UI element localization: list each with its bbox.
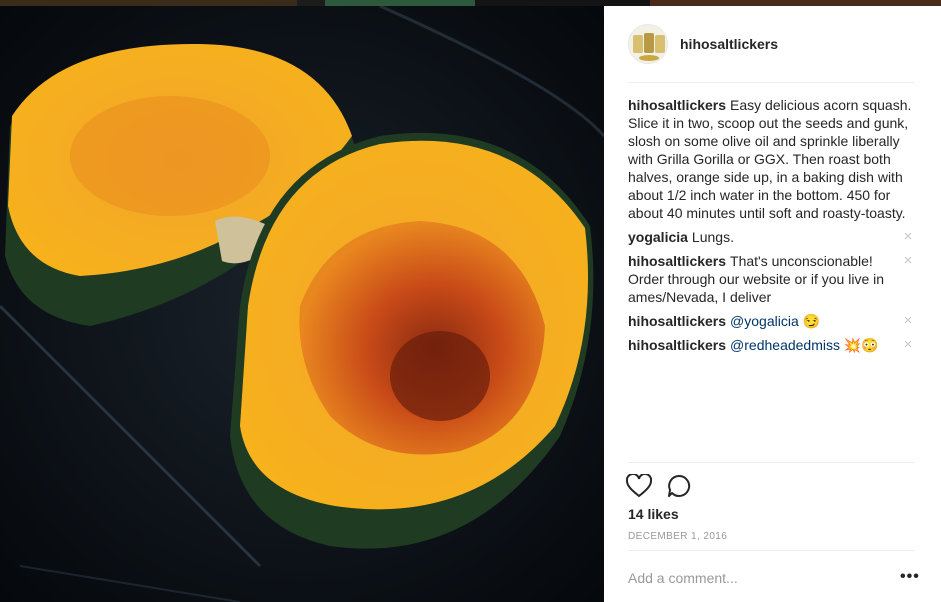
comment-item: yogalicia Lungs. × — [628, 228, 915, 246]
delete-comment-icon[interactable]: × — [901, 336, 915, 354]
comment-username[interactable]: yogalicia — [628, 229, 688, 245]
likes-count[interactable]: 14 likes — [628, 506, 679, 522]
post-header: hihosaltlickers — [628, 6, 915, 83]
comment-item: hihosaltlickers That's unconscionable! Or… — [628, 252, 915, 306]
post-date[interactable]: DECEMBER 1, 2016 — [628, 531, 727, 542]
divider — [628, 550, 915, 551]
add-comment-input[interactable]: Add a comment... — [628, 570, 738, 586]
post-photo[interactable] — [0, 6, 604, 602]
action-bar — [626, 474, 692, 498]
comment-mention[interactable]: @yogalicia — [730, 313, 799, 329]
comment-text: 💥😳 — [839, 337, 879, 353]
comment-text: 😏 — [798, 313, 821, 329]
divider — [628, 462, 915, 463]
delete-comment-icon[interactable]: × — [901, 312, 915, 330]
comment-list: hihosaltlickers Easy delicious acorn squa… — [628, 96, 915, 360]
comment-username[interactable]: hihosaltlickers — [628, 313, 726, 329]
post-details-panel: hihosaltlickers hihosaltlickers Easy deli… — [604, 6, 941, 602]
comment-username[interactable]: hihosaltlickers — [628, 337, 726, 353]
comment-text: Lungs. — [691, 229, 734, 245]
post-caption: hihosaltlickers Easy delicious acorn squa… — [628, 96, 915, 222]
more-options-icon[interactable]: ••• — [900, 568, 920, 586]
avatar[interactable] — [628, 24, 668, 64]
comment-username[interactable]: hihosaltlickers — [628, 253, 726, 269]
comment-bubble-icon[interactable] — [666, 474, 692, 498]
header-username[interactable]: hihosaltlickers — [680, 36, 778, 52]
comment-mention[interactable]: @redheadedmiss — [730, 337, 840, 353]
delete-comment-icon[interactable]: × — [901, 228, 915, 246]
comment-item: hihosaltlickers @yogalicia 😏 × — [628, 312, 915, 330]
caption-username[interactable]: hihosaltlickers — [628, 97, 726, 113]
heart-icon[interactable] — [626, 474, 652, 498]
caption-text: Easy delicious acorn squash. Slice it in… — [628, 97, 912, 221]
delete-comment-icon[interactable]: × — [901, 252, 915, 270]
comment-item: hihosaltlickers @redheadedmiss 💥😳 × — [628, 336, 915, 354]
